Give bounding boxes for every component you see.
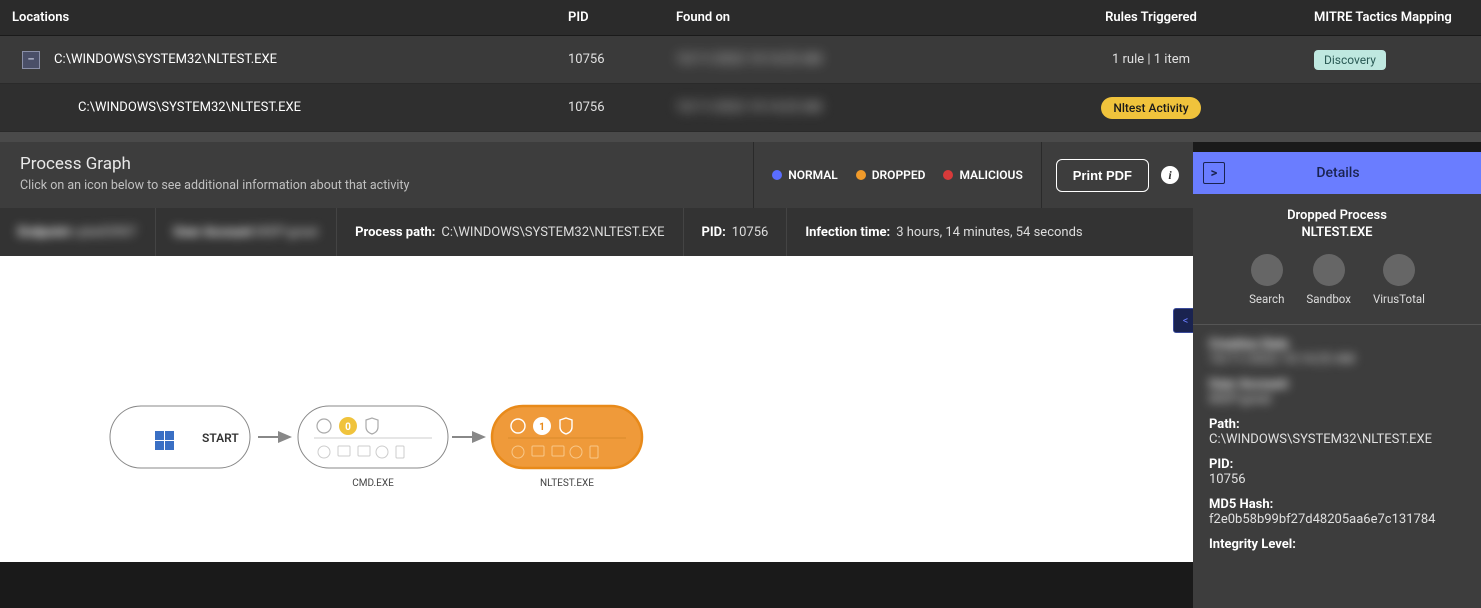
arrow-icon: [452, 431, 486, 443]
md5-label: MD5 Hash:: [1209, 497, 1273, 512]
details-title: Details: [1225, 165, 1481, 181]
info-icon[interactable]: i: [1161, 166, 1179, 184]
action-virustotal[interactable]: VirusTotal: [1373, 254, 1425, 306]
table-row[interactable]: – C:\WINDOWS\SYSTEM32\NLTEST.EXE 10756 1…: [0, 36, 1481, 84]
virustotal-icon[interactable]: [1383, 254, 1415, 286]
arrow-icon: [258, 431, 292, 443]
print-pdf-button[interactable]: Print PDF: [1056, 159, 1149, 192]
pid-label: PID:: [702, 225, 726, 240]
info-bar: Endpoint cybe03907 User Account MSP\grea…: [0, 208, 1193, 256]
sandbox-icon[interactable]: [1313, 254, 1345, 286]
pid-cell: 10756: [568, 100, 676, 115]
infection-value: 3 hours, 14 minutes, 54 seconds: [896, 225, 1082, 240]
svg-text:NLTEST.EXE: NLTEST.EXE: [540, 478, 594, 489]
svg-text:START: START: [202, 431, 239, 445]
action-sandbox[interactable]: Sandbox: [1306, 254, 1351, 306]
pid-label: PID:: [1209, 457, 1233, 472]
collapse-button[interactable]: >: [1203, 162, 1225, 184]
process-type: Dropped Process: [1209, 208, 1465, 223]
legend-normal: NORMAL: [772, 168, 838, 182]
pid-value: 10756: [732, 225, 769, 240]
col-header-locations[interactable]: Locations: [0, 10, 568, 25]
found-cell: 10/11/2022 10:14:25 AM: [676, 52, 822, 67]
table-row[interactable]: C:\WINDOWS\SYSTEM32\NLTEST.EXE 10756 10/…: [0, 84, 1481, 132]
col-header-pid[interactable]: PID: [568, 10, 676, 25]
dot-icon: [856, 170, 866, 180]
rules-cell: 1 rule | 1 item: [996, 52, 1306, 67]
col-header-rules[interactable]: Rules Triggered: [996, 10, 1306, 25]
node-nltest[interactable]: 1 NLTEST.EXE: [492, 406, 642, 489]
col-header-found[interactable]: Found on: [676, 10, 996, 25]
path-value: C:\WINDOWS\SYSTEM32\NLTEST.EXE: [1209, 432, 1432, 447]
action-search[interactable]: Search: [1249, 254, 1284, 306]
path-label: Process path:: [355, 225, 435, 240]
infection-label: Infection time:: [805, 225, 890, 240]
integrity-label: Integrity Level:: [1209, 537, 1296, 552]
svg-text:CMD.EXE: CMD.EXE: [352, 478, 394, 489]
details-header: > Details: [1193, 152, 1481, 194]
rule-badge[interactable]: Nltest Activity: [1101, 97, 1200, 119]
svg-text:0: 0: [345, 422, 351, 433]
node-cmd[interactable]: 0 CMD.EXE: [298, 406, 448, 489]
legend-malicious: MALICIOUS: [943, 168, 1022, 182]
user-value: MSP\great: [1209, 392, 1271, 407]
pid-cell: 10756: [568, 52, 676, 67]
creation-label: Creation Date: [1209, 337, 1289, 352]
location-text: C:\WINDOWS\SYSTEM32\NLTEST.EXE: [54, 52, 277, 67]
table-header: Locations PID Found on Rules Triggered M…: [0, 0, 1481, 36]
location-text: C:\WINDOWS\SYSTEM32\NLTEST.EXE: [78, 100, 301, 115]
creation-value: 10/11/2022 10:14:25 AM: [1209, 352, 1355, 367]
md5-value: f2e0b58b99bf27d48205aa6e7c131784: [1209, 512, 1435, 527]
pid-value: 10756: [1209, 472, 1246, 487]
dot-icon: [943, 170, 953, 180]
path-value: C:\WINDOWS\SYSTEM32\NLTEST.EXE: [441, 225, 664, 240]
search-icon[interactable]: [1251, 254, 1283, 286]
mitre-badge[interactable]: Discovery: [1314, 50, 1386, 70]
col-header-mitre[interactable]: MITRE Tactics Mapping: [1306, 10, 1481, 25]
user-label: User Account: [1209, 377, 1288, 392]
graph-canvas[interactable]: START 0 CMD.EXE: [0, 256, 1193, 562]
legend: NORMAL DROPPED MALICIOUS: [753, 142, 1041, 208]
pg-subtitle: Click on an icon below to see additional…: [20, 178, 733, 193]
dot-icon: [772, 170, 782, 180]
node-start[interactable]: START: [110, 406, 250, 468]
found-cell: 10/11/2022 10:14:25 AM: [676, 100, 822, 115]
path-label: Path:: [1209, 417, 1240, 432]
details-panel: > Details Dropped Process NLTEST.EXE Sea…: [1193, 152, 1481, 608]
expand-toggle[interactable]: –: [22, 51, 40, 69]
process-name: NLTEST.EXE: [1209, 225, 1465, 240]
process-graph-header: Process Graph Click on an icon below to …: [0, 142, 1193, 208]
divider: [0, 132, 1481, 142]
legend-dropped: DROPPED: [856, 168, 926, 182]
svg-text:1: 1: [539, 422, 545, 433]
pg-title: Process Graph: [20, 154, 733, 174]
